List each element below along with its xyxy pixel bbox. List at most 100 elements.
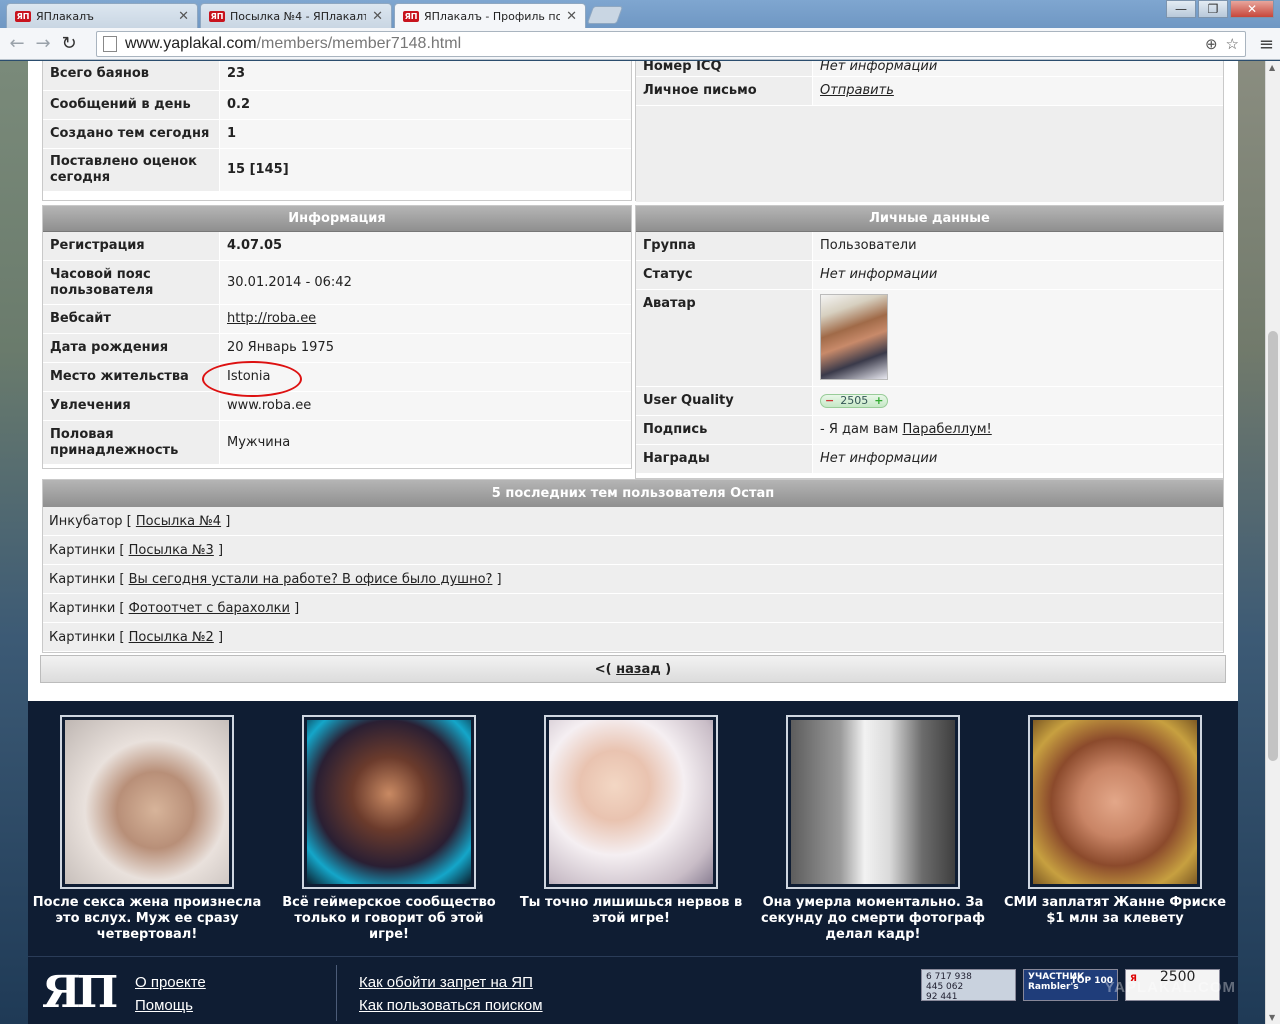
- row-value: 1: [220, 120, 631, 148]
- promo-tile[interactable]: После секса жена произнесла это вслух. М…: [32, 715, 262, 943]
- forward-arrow-icon[interactable]: →: [30, 31, 56, 57]
- scroll-down-icon[interactable]: ▼: [1269, 1013, 1275, 1022]
- promo-image[interactable]: [65, 720, 229, 884]
- row-value: Пользователи: [813, 232, 1223, 260]
- row-value: 30.01.2014 - 06:42: [220, 261, 631, 304]
- left-background-art: [0, 61, 28, 1024]
- row-label: Личное письмо: [636, 77, 813, 105]
- help-link[interactable]: Помощь: [135, 994, 206, 1017]
- topic-link[interactable]: Фотоотчет с барахолки: [129, 601, 290, 616]
- promo-caption[interactable]: Она умерла моментально. За секунду до см…: [758, 895, 988, 943]
- promo-tile[interactable]: Она умерла моментально. За секунду до см…: [758, 715, 988, 943]
- page-viewport: Всего баянов 23 Сообщений в день 0.2 Соз…: [0, 61, 1265, 1024]
- row-label: Статус: [636, 261, 813, 289]
- site-logo[interactable]: ЯП: [42, 971, 118, 1015]
- back-link[interactable]: назад: [616, 662, 661, 677]
- menu-icon[interactable]: ≡: [1259, 34, 1274, 55]
- topic-link[interactable]: Посылка №2: [129, 630, 214, 645]
- table-row: User Quality − 2505 +: [636, 387, 1223, 416]
- promo-image-frame[interactable]: [60, 715, 234, 889]
- table-row: Место жительства Istonia: [43, 363, 631, 392]
- address-bar[interactable]: www.yaplakal.com /members/member7148.htm…: [96, 31, 1246, 57]
- list-item: Картинки [ Фотоотчет с барахолки ]: [43, 594, 1223, 623]
- topic-link[interactable]: Вы сегодня устали на работе? В офисе был…: [129, 572, 493, 587]
- back-suffix: ): [660, 662, 672, 677]
- send-message-link[interactable]: Отправить: [820, 83, 894, 99]
- promo-tile[interactable]: СМИ заплатят Жанне Фриске $1 млн за клев…: [1000, 715, 1230, 927]
- promo-image[interactable]: [549, 720, 713, 884]
- table-row: Дата рождения 20 Январь 1975: [43, 334, 631, 363]
- promo-image[interactable]: [791, 720, 955, 884]
- visit-counter[interactable]: 6 717 938 445 062 92 441: [921, 969, 1016, 1002]
- website-link[interactable]: http://roba.ee: [227, 311, 316, 327]
- signature-link[interactable]: Парабеллум!: [902, 422, 991, 438]
- table-row: Группа Пользователи: [636, 232, 1223, 261]
- row-value: - Я дам вам Парабеллум!: [813, 416, 1223, 444]
- table-row: Создано тем сегодня 1: [43, 120, 631, 149]
- promo-caption[interactable]: СМИ заплатят Жанне Фриске $1 млн за клев…: [1000, 895, 1230, 927]
- minimize-icon[interactable]: —: [1166, 0, 1196, 18]
- row-label: Награды: [636, 445, 813, 473]
- tab-strip: ЯП ЯПлакалъ ✕ ЯП Посылка №4 - ЯПлакалъ ✕…: [0, 0, 1280, 28]
- new-tab-button[interactable]: [586, 6, 624, 24]
- table-row: Награды Нет информации: [636, 445, 1223, 474]
- table-row: Личное письмо Отправить: [636, 77, 1223, 106]
- promo-tile[interactable]: Ты точно лишишься нервов в этой игре!: [516, 715, 746, 927]
- vertical-scrollbar[interactable]: ▲ ▼: [1265, 61, 1280, 1024]
- row-value: http://roba.ee: [220, 305, 631, 333]
- tab-yaplakal[interactable]: ЯП ЯПлакалъ ✕: [6, 3, 198, 28]
- table-row: Аватар: [636, 290, 1223, 387]
- promo-image[interactable]: [307, 720, 471, 884]
- plus-icon[interactable]: +: [874, 393, 883, 409]
- scroll-up-icon[interactable]: ▲: [1269, 63, 1275, 72]
- zoom-icon[interactable]: ⊕: [1205, 35, 1218, 53]
- close-window-icon[interactable]: ✕: [1230, 0, 1274, 18]
- row-value: www.roba.ee: [220, 392, 631, 420]
- row-value: 0.2: [220, 91, 631, 119]
- row-label: Номер ICQ: [636, 61, 813, 76]
- back-arrow-icon[interactable]: ←: [4, 31, 30, 57]
- promo-caption[interactable]: Всё геймерское сообщество только и говор…: [274, 895, 504, 943]
- info-table: Информация Регистрация 4.07.05 Часовой п…: [42, 205, 632, 469]
- search-help-link[interactable]: Как пользоваться поиском: [359, 994, 543, 1017]
- row-value: Нет информации: [813, 61, 1223, 76]
- row-label: Часовой пояс пользователя: [43, 261, 220, 304]
- close-tab-icon[interactable]: ✕: [178, 9, 189, 24]
- table-row: Подпись - Я дам вам Парабеллум!: [636, 416, 1223, 445]
- page-icon: [103, 36, 117, 52]
- row-label: Увлечения: [43, 392, 220, 420]
- topic-link[interactable]: Посылка №4: [136, 514, 221, 529]
- promo-image-frame[interactable]: [302, 715, 476, 889]
- bookmark-star-icon[interactable]: ☆: [1226, 35, 1239, 53]
- promo-image-frame[interactable]: [544, 715, 718, 889]
- topic-section: Картинки: [49, 601, 116, 616]
- promo-tile[interactable]: Всё геймерское сообщество только и говор…: [274, 715, 504, 943]
- maximize-icon[interactable]: ❐: [1198, 0, 1228, 18]
- list-item: Картинки [ Вы сегодня устали на работе? …: [43, 565, 1223, 594]
- signature-text: - Я дам вам: [820, 422, 903, 437]
- minus-icon[interactable]: −: [825, 393, 834, 409]
- scrollbar-thumb[interactable]: [1268, 331, 1278, 761]
- about-link[interactable]: О проекте: [135, 971, 206, 994]
- topic-link[interactable]: Посылка №3: [129, 543, 214, 558]
- close-tab-icon[interactable]: ✕: [566, 9, 577, 24]
- close-tab-icon[interactable]: ✕: [372, 9, 383, 24]
- last-topics-table: 5 последних тем пользователя Остап Инкуб…: [42, 479, 1224, 653]
- back-bar: <( назад ): [40, 655, 1226, 683]
- row-label: Регистрация: [43, 232, 220, 260]
- list-item: Картинки [ Посылка №2 ]: [43, 623, 1223, 652]
- promo-image-frame[interactable]: [786, 715, 960, 889]
- row-label: Дата рождения: [43, 334, 220, 362]
- bypass-ban-link[interactable]: Как обойти запрет на ЯП: [359, 971, 543, 994]
- promo-image[interactable]: [1033, 720, 1197, 884]
- row-label: Поставлено оценок сегодня: [43, 149, 220, 191]
- promo-image-frame[interactable]: [1028, 715, 1202, 889]
- promo-caption[interactable]: После секса жена произнесла это вслух. М…: [32, 895, 262, 943]
- counter-line: 445 062: [926, 982, 964, 992]
- browser-toolbar: ← → ↻ www.yaplakal.com /members/member71…: [0, 28, 1280, 60]
- promo-caption[interactable]: Ты точно лишишься нервов в этой игре!: [516, 895, 746, 927]
- row-value: Нет информации: [813, 261, 1223, 289]
- reload-icon[interactable]: ↻: [56, 31, 82, 57]
- tab-parcel-4[interactable]: ЯП Посылка №4 - ЯПлакалъ ✕: [200, 3, 392, 28]
- tab-profile[interactable]: ЯП ЯПлакалъ - Профиль польз ✕: [394, 3, 586, 28]
